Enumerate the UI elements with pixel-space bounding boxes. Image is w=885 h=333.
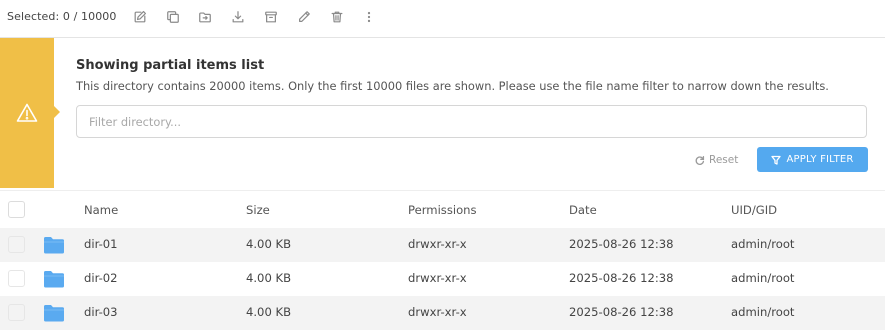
table-header: Name Size Permissions Date UID/GID: [0, 190, 885, 228]
file-permissions: drwxr-xr-x: [408, 271, 467, 285]
copy-icon[interactable]: [164, 8, 182, 26]
notice-title: Showing partial items list: [76, 58, 265, 73]
download-icon[interactable]: [229, 8, 247, 26]
more-icon[interactable]: [360, 8, 378, 26]
table-row[interactable]: dir-01 4.00 KB drwxr-xr-x 2025-08-26 12:…: [0, 228, 885, 262]
file-permissions: drwxr-xr-x: [408, 237, 467, 251]
file-size: 4.00 KB: [246, 271, 292, 285]
file-date: 2025-08-26 12:38: [569, 271, 674, 285]
toolbar: Selected: 0 / 10000: [0, 0, 885, 38]
row-checkbox[interactable]: [8, 270, 25, 287]
file-uid-gid: admin/root: [731, 237, 795, 251]
delete-icon[interactable]: [328, 8, 346, 26]
refresh-icon: [695, 155, 705, 165]
partial-list-notice: Showing partial items list This director…: [0, 38, 885, 188]
move-icon[interactable]: [196, 8, 214, 26]
file-uid-gid: admin/root: [731, 271, 795, 285]
select-all-checkbox[interactable]: [8, 201, 25, 218]
notice-text: This directory contains 20000 items. Onl…: [76, 79, 829, 93]
file-date: 2025-08-26 12:38: [569, 237, 674, 251]
column-header-date[interactable]: Date: [569, 203, 597, 217]
file-permissions: drwxr-xr-x: [408, 305, 467, 319]
row-checkbox[interactable]: [8, 304, 25, 321]
archive-icon[interactable]: [262, 8, 280, 26]
selected-label: Selected:: [7, 10, 60, 23]
column-header-size[interactable]: Size: [246, 203, 270, 217]
table-row[interactable]: dir-02 4.00 KB drwxr-xr-x 2025-08-26 12:…: [0, 262, 885, 296]
row-checkbox[interactable]: [8, 236, 25, 253]
folder-icon: [43, 270, 65, 288]
selection-counter: Selected: 0 / 10000: [7, 10, 117, 23]
file-table: Name Size Permissions Date UID/GID dir-0…: [0, 190, 885, 330]
filter-icon: [771, 155, 782, 165]
column-header-name[interactable]: Name: [84, 203, 118, 217]
reset-label: Reset: [709, 154, 739, 166]
file-name[interactable]: dir-01: [84, 237, 118, 251]
file-date: 2025-08-26 12:38: [569, 305, 674, 319]
table-row[interactable]: dir-03 4.00 KB drwxr-xr-x 2025-08-26 12:…: [0, 296, 885, 330]
file-size: 4.00 KB: [246, 305, 292, 319]
folder-icon: [43, 236, 65, 254]
apply-filter-label: APPLY FILTER: [786, 154, 854, 165]
reset-button[interactable]: Reset: [694, 152, 738, 168]
column-header-permissions[interactable]: Permissions: [408, 203, 477, 217]
file-size: 4.00 KB: [246, 237, 292, 251]
file-uid-gid: admin/root: [731, 305, 795, 319]
selected-count: 0 / 10000: [62, 10, 117, 23]
rename-icon[interactable]: [295, 8, 313, 26]
notice-arrow: [54, 106, 60, 118]
folder-icon: [43, 304, 65, 322]
edit-icon[interactable]: [131, 8, 149, 26]
column-header-uid-gid[interactable]: UID/GID: [731, 203, 777, 217]
filter-input[interactable]: [76, 105, 867, 138]
warning-icon: [16, 102, 38, 124]
file-name[interactable]: dir-02: [84, 271, 118, 285]
apply-filter-button[interactable]: APPLY FILTER: [757, 147, 868, 172]
file-name[interactable]: dir-03: [84, 305, 118, 319]
